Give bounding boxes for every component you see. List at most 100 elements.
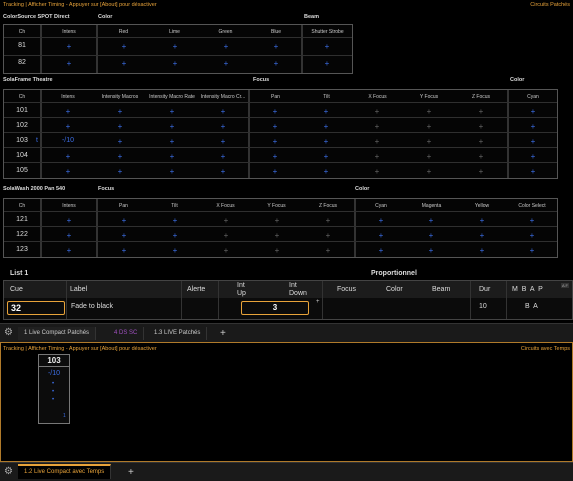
parameter-cell[interactable]: + — [322, 43, 332, 51]
channel-number[interactable]: 104 — [4, 152, 40, 159]
parameter-cell[interactable]: + — [170, 43, 180, 51]
parameter-cell[interactable]: + — [115, 168, 125, 176]
parameter-cell[interactable]: + — [426, 247, 436, 255]
parameter-cell[interactable]: + — [270, 108, 280, 116]
parameter-cell[interactable]: + — [271, 60, 281, 68]
parameter-cell[interactable]: + — [64, 43, 74, 51]
parameter-cell[interactable]: + — [322, 60, 332, 68]
parameter-cell[interactable]: + — [64, 247, 74, 255]
parameter-cell[interactable]: + — [167, 138, 177, 146]
parameter-cell[interactable]: + — [321, 108, 331, 116]
parameter-cell[interactable]: + — [426, 217, 436, 225]
tab-live-compact-patches[interactable]: 1 Live Compact Patchés — [18, 327, 97, 340]
parameter-cell[interactable]: + — [323, 232, 333, 240]
parameter-cell[interactable]: + — [218, 153, 228, 161]
parameter-cell[interactable]: + — [528, 138, 538, 146]
parameter-cell[interactable]: + — [321, 138, 331, 146]
channel-number[interactable]: 121 — [4, 216, 40, 223]
parameter-cell[interactable]: + — [170, 232, 180, 240]
parameter-cell[interactable]: + — [321, 168, 331, 176]
parameter-cell[interactable]: + — [477, 232, 487, 240]
parameter-cell[interactable]: + — [476, 138, 486, 146]
parameter-cell[interactable]: + — [167, 108, 177, 116]
parameter-cell[interactable]: + — [424, 108, 434, 116]
channel-number[interactable]: 81 — [4, 42, 40, 49]
parameter-cell[interactable]: + — [221, 60, 231, 68]
parameter-cell[interactable]: + — [376, 217, 386, 225]
parameter-cell[interactable]: + — [424, 138, 434, 146]
parameter-cell[interactable]: + — [477, 247, 487, 255]
parameter-cell[interactable]: + — [119, 232, 129, 240]
parameter-cell[interactable]: + — [221, 232, 231, 240]
intensity-value[interactable]: -/10 — [42, 137, 94, 144]
parameter-cell[interactable]: + — [271, 43, 281, 51]
cue-duration[interactable]: 10 — [479, 303, 487, 310]
parameter-cell[interactable]: + — [170, 247, 180, 255]
parameter-cell[interactable]: + — [321, 153, 331, 161]
parameter-cell[interactable]: + — [323, 217, 333, 225]
parameter-cell[interactable]: + — [170, 60, 180, 68]
parameter-cell[interactable]: + — [323, 247, 333, 255]
int-time-value[interactable]: 3 — [241, 301, 309, 315]
parameter-cell[interactable]: + — [372, 168, 382, 176]
parameter-cell[interactable]: + — [476, 123, 486, 131]
channel-tile[interactable]: 103 -/10 • • • 1 — [38, 354, 70, 424]
parameter-cell[interactable]: + — [119, 60, 129, 68]
parameter-cell[interactable]: + — [119, 43, 129, 51]
channel-number[interactable]: 105 — [4, 167, 40, 174]
parameter-cell[interactable]: + — [270, 153, 280, 161]
parameter-cell[interactable]: + — [167, 123, 177, 131]
parameter-cell[interactable]: + — [372, 108, 382, 116]
parameter-cell[interactable]: + — [115, 123, 125, 131]
channel-number[interactable]: 82 — [4, 59, 40, 66]
parameter-cell[interactable]: + — [221, 217, 231, 225]
parameter-cell[interactable]: + — [63, 123, 73, 131]
parameter-cell[interactable]: + — [115, 138, 125, 146]
parameter-cell[interactable]: + — [63, 108, 73, 116]
parameter-cell[interactable]: + — [376, 247, 386, 255]
parameter-cell[interactable]: + — [167, 168, 177, 176]
parameter-cell[interactable]: + — [272, 232, 282, 240]
parameter-cell[interactable]: + — [527, 232, 537, 240]
parameter-cell[interactable]: + — [424, 168, 434, 176]
parameter-cell[interactable]: + — [170, 217, 180, 225]
tab-ds-sc[interactable]: 4 DS SC — [108, 327, 145, 340]
parameter-cell[interactable]: + — [376, 232, 386, 240]
parameter-cell[interactable]: + — [115, 153, 125, 161]
channel-number[interactable]: 102 — [4, 122, 40, 129]
parameter-cell[interactable]: + — [63, 153, 73, 161]
parameter-cell[interactable]: + — [270, 168, 280, 176]
parameter-cell[interactable]: + — [270, 138, 280, 146]
parameter-cell[interactable]: + — [218, 168, 228, 176]
parameter-cell[interactable]: + — [372, 153, 382, 161]
parameter-cell[interactable]: + — [476, 168, 486, 176]
parameter-cell[interactable]: + — [372, 138, 382, 146]
parameter-cell[interactable]: + — [221, 247, 231, 255]
parameter-cell[interactable]: + — [218, 108, 228, 116]
parameter-cell[interactable]: + — [218, 123, 228, 131]
tab-live-compact-avec-temps[interactable]: 1.2 Live Compact avec Temps — [18, 464, 112, 479]
parameter-cell[interactable]: + — [167, 153, 177, 161]
parameter-cell[interactable]: + — [115, 108, 125, 116]
parameter-cell[interactable]: + — [476, 108, 486, 116]
parameter-cell[interactable]: + — [64, 217, 74, 225]
parameter-cell[interactable]: + — [424, 123, 434, 131]
parameter-cell[interactable]: + — [218, 138, 228, 146]
parameter-cell[interactable]: + — [528, 153, 538, 161]
parameter-cell[interactable]: + — [527, 247, 537, 255]
parameter-cell[interactable]: + — [272, 217, 282, 225]
parameter-cell[interactable]: + — [477, 217, 487, 225]
gear-icon[interactable]: ⚙ — [4, 467, 14, 477]
parameter-cell[interactable]: + — [476, 153, 486, 161]
parameter-cell[interactable]: + — [424, 153, 434, 161]
parameter-cell[interactable]: + — [527, 217, 537, 225]
parameter-cell[interactable]: + — [528, 168, 538, 176]
channel-number[interactable]: 103 — [4, 137, 40, 144]
parameter-cell[interactable]: + — [221, 43, 231, 51]
gear-icon[interactable]: ⚙ — [4, 328, 14, 338]
parameter-cell[interactable]: + — [321, 123, 331, 131]
cue-label[interactable]: Fade to black — [71, 303, 113, 310]
parameter-cell[interactable]: + — [372, 123, 382, 131]
tab-live-patches[interactable]: 1.3 LIVE Patchés — [148, 327, 208, 340]
channel-number[interactable]: 101 — [4, 107, 40, 114]
